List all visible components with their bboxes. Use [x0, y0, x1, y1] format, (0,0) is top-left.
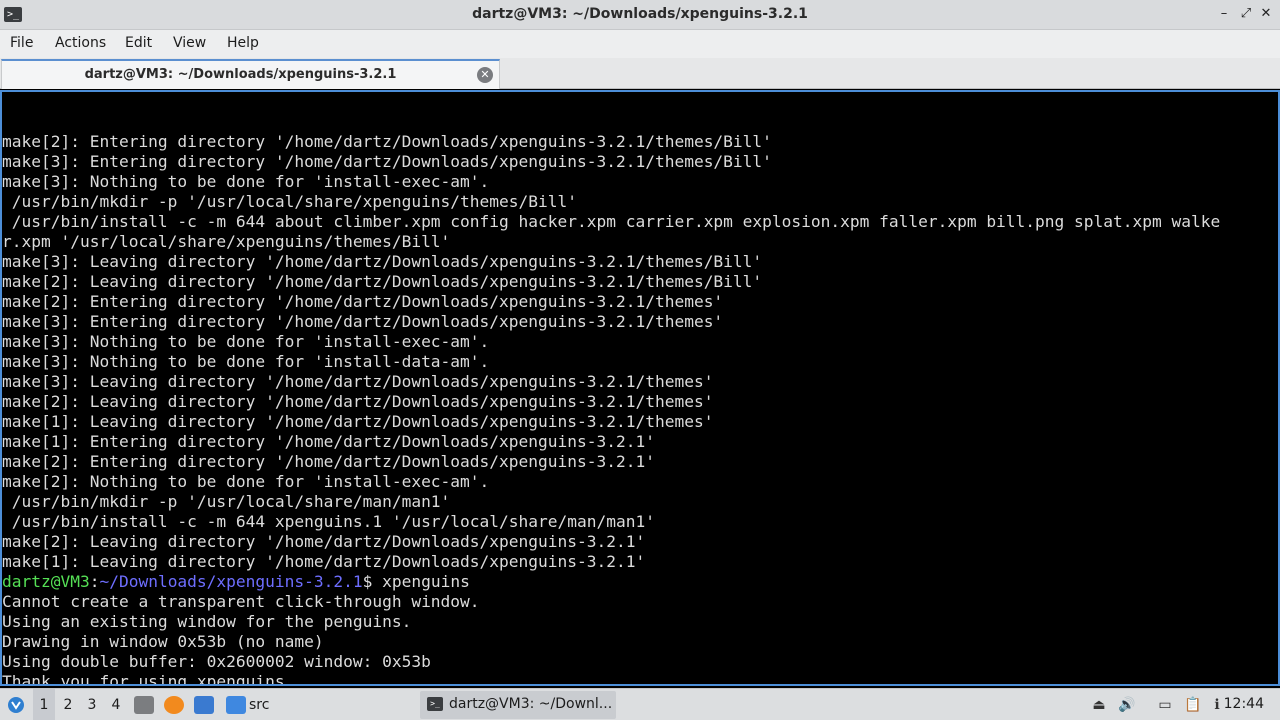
terminal-output[interactable]: make[2]: Entering directory '/home/dartz…	[0, 90, 1280, 686]
clock[interactable]: 12:44	[1224, 696, 1264, 712]
taskbar: 1 2 3 4 src >_ dartz@VM3: ~/Downl... ⏏ 🔊…	[0, 688, 1280, 720]
prompt-symbol: $	[362, 572, 383, 591]
command-text: xpenguins	[382, 572, 470, 591]
desktop-3[interactable]: 3	[81, 689, 103, 720]
menu-help[interactable]: Help	[227, 35, 259, 51]
tab-label: dartz@VM3: ~/Downloads/xpenguins-3.2.1	[84, 67, 397, 82]
prompt-line: dartz@VM3:~/Downloads/xpenguins-3.2.1$ x…	[2, 572, 1220, 592]
terminal-line: r.xpm '/usr/local/share/xpenguins/themes…	[2, 232, 451, 251]
maximize-button[interactable]: ⤢	[1238, 6, 1254, 22]
terminal-line: make[1]: Entering directory '/home/dartz…	[2, 432, 655, 451]
close-button[interactable]: ✕	[1258, 6, 1274, 22]
terminal-lines: make[2]: Entering directory '/home/dartz…	[2, 94, 1221, 686]
terminal-line: Drawing in window 0x53b (no name)	[2, 632, 324, 651]
menu-view[interactable]: View	[173, 35, 206, 51]
terminal-line: make[3]: Entering directory '/home/dartz…	[2, 152, 772, 171]
terminal-line: make[3]: Leaving directory '/home/dartz/…	[2, 372, 714, 391]
terminal-line: make[3]: Entering directory '/home/dartz…	[2, 312, 724, 331]
terminal-line: Using an existing window for the penguin…	[2, 612, 412, 631]
terminal-line: /usr/bin/mkdir -p '/usr/local/share/xpen…	[2, 192, 577, 211]
terminal-line: Cannot create a transparent click-throug…	[2, 592, 480, 611]
terminal-line: make[2]: Entering directory '/home/dartz…	[2, 452, 655, 471]
window-title: dartz@VM3: ~/Downloads/xpenguins-3.2.1	[472, 6, 808, 22]
folder-icon[interactable]	[226, 696, 246, 714]
terminal-line: /usr/bin/install -c -m 644 xpenguins.1 '…	[2, 512, 655, 531]
prompt-separator: :	[89, 572, 100, 591]
terminal-line: make[2]: Entering directory '/home/dartz…	[2, 132, 772, 151]
volume-icon[interactable]: 🔊	[1118, 696, 1136, 714]
folder-src-label[interactable]: src	[249, 689, 269, 720]
terminal-line: make[3]: Leaving directory '/home/dartz/…	[2, 252, 763, 271]
terminal-line: make[2]: Leaving directory '/home/dartz/…	[2, 532, 646, 551]
minimize-button[interactable]: –	[1216, 6, 1232, 22]
screen-icon[interactable]: ▭	[1156, 696, 1174, 714]
terminal-line: make[3]: Nothing to be done for 'install…	[2, 352, 490, 371]
terminal-line: make[2]: Entering directory '/home/dartz…	[2, 292, 724, 311]
prompt-user: dartz@VM3	[2, 572, 90, 591]
eject-icon[interactable]: ⏏	[1090, 696, 1108, 714]
tab-close-icon[interactable]: ✕	[477, 67, 493, 83]
desktop-4[interactable]: 4	[105, 689, 127, 720]
show-desktop-icon[interactable]	[194, 696, 214, 714]
firefox-icon[interactable]	[164, 696, 184, 714]
menu-file[interactable]: File	[10, 35, 33, 51]
menu-edit[interactable]: Edit	[125, 35, 152, 51]
terminal-line: make[3]: Nothing to be done for 'install…	[2, 332, 490, 351]
tab-bar: dartz@VM3: ~/Downloads/xpenguins-3.2.1 ✕	[0, 58, 1280, 89]
menubar: File Actions Edit View Help	[0, 30, 1280, 58]
terminal-line: make[2]: Leaving directory '/home/dartz/…	[2, 272, 763, 291]
start-menu-icon[interactable]	[4, 689, 28, 720]
tab-terminal[interactable]: dartz@VM3: ~/Downloads/xpenguins-3.2.1 ✕	[1, 59, 500, 89]
clipboard-icon[interactable]: 📋	[1184, 696, 1202, 714]
terminal-line: make[1]: Leaving directory '/home/dartz/…	[2, 412, 714, 431]
terminal-line: make[3]: Nothing to be done for 'install…	[2, 172, 490, 191]
terminal-line: make[2]: Nothing to be done for 'install…	[2, 472, 490, 491]
taskbar-terminal-label: dartz@VM3: ~/Downl...	[449, 696, 613, 712]
terminal-line: Thank you for using xpenguins.	[2, 672, 295, 686]
terminal-line: /usr/bin/mkdir -p '/usr/local/share/man/…	[2, 492, 451, 511]
terminal-line: make[2]: Leaving directory '/home/dartz/…	[2, 392, 714, 411]
terminal-icon: >_	[427, 697, 443, 711]
terminal-line: make[1]: Leaving directory '/home/dartz/…	[2, 552, 646, 571]
terminal-line: Using double buffer: 0x2600002 window: 0…	[2, 652, 431, 671]
taskbar-terminal-button[interactable]: >_ dartz@VM3: ~/Downl...	[420, 691, 616, 719]
prompt-path: ~/Downloads/xpenguins-3.2.1	[99, 572, 363, 591]
terminal-line: /usr/bin/install -c -m 644 about climber…	[2, 212, 1221, 231]
window-titlebar[interactable]: >_ dartz@VM3: ~/Downloads/xpenguins-3.2.…	[0, 0, 1280, 30]
menu-actions[interactable]: Actions	[55, 35, 106, 51]
desktop-2[interactable]: 2	[57, 689, 79, 720]
file-manager-icon[interactable]	[134, 696, 154, 714]
desktop-1[interactable]: 1	[33, 689, 55, 720]
